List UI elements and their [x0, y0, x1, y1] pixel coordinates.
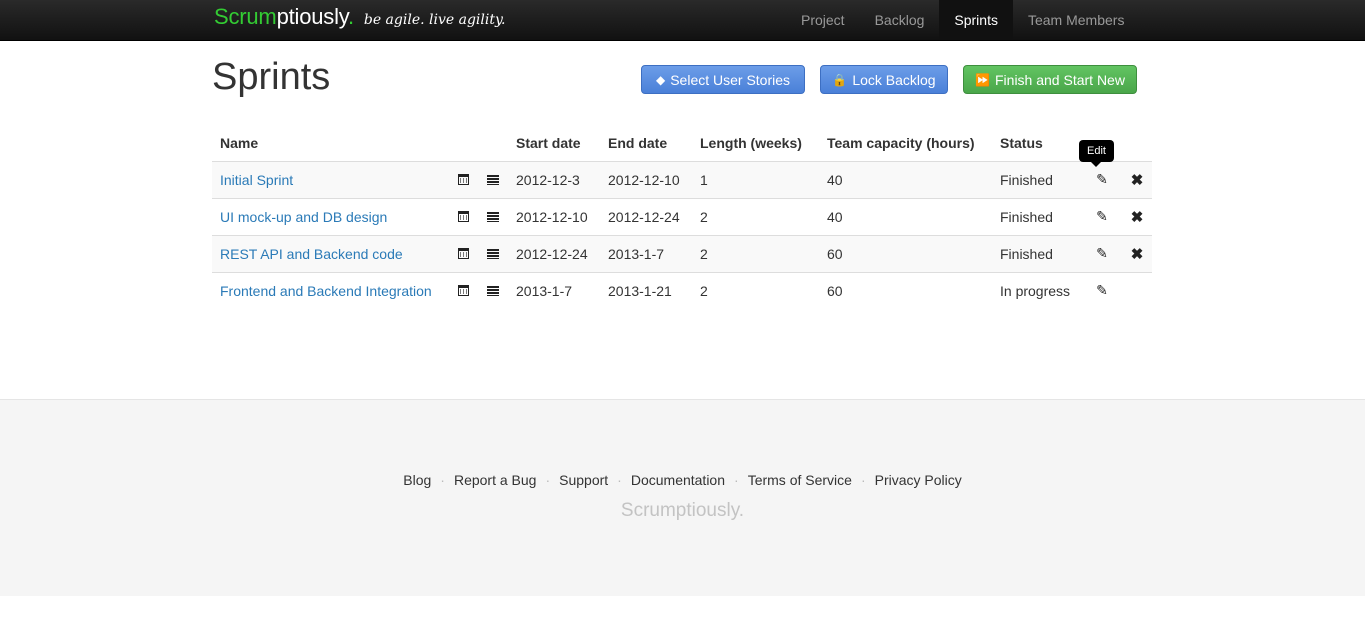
capacity-cell: 40	[819, 160, 992, 198]
close-icon[interactable]: ✖	[1131, 209, 1144, 226]
finish-and-start-new-button[interactable]: ⏩ Finish and Start New	[963, 65, 1137, 94]
start-date-cell: 2012-12-10	[508, 197, 600, 235]
end-date-cell: 2012-12-10	[600, 160, 692, 198]
lock-backlog-button[interactable]: 🔒 Lock Backlog	[820, 65, 948, 94]
pencil-icon[interactable]: ✎	[1096, 171, 1108, 187]
calendar-icon[interactable]	[457, 284, 469, 296]
top-navbar: Scrumptiously. be agile. live agility. P…	[0, 0, 1365, 41]
column-header-status: Status	[1000, 134, 1043, 151]
brand-name: Scrumptiously.	[214, 4, 354, 29]
list-icon[interactable]	[487, 174, 499, 185]
length-cell: 1	[692, 160, 819, 198]
capacity-cell: 60	[819, 271, 992, 309]
end-date-cell: 2012-12-24	[600, 197, 692, 235]
end-date-cell: 2013-1-21	[600, 271, 692, 309]
column-header-name: Name	[220, 134, 259, 151]
list-icon[interactable]	[487, 285, 499, 296]
length-cell: 2	[692, 197, 819, 235]
lock-icon: 🔒	[832, 72, 848, 87]
status-cell: Finished	[992, 234, 1082, 272]
calendar-icon[interactable]	[457, 173, 469, 185]
close-icon[interactable]: ✖	[1131, 246, 1144, 263]
select-user-stories-button[interactable]: ◆ Select User Stories	[641, 65, 805, 94]
footer-link-blog[interactable]: Blog	[403, 472, 431, 488]
capacity-cell: 60	[819, 234, 992, 272]
edit-tooltip: Edit	[1079, 140, 1114, 167]
footer-link-terms[interactable]: Terms of Service	[748, 472, 852, 488]
footer-link-privacy[interactable]: Privacy Policy	[875, 472, 962, 488]
nav-item-backlog[interactable]: Backlog	[860, 0, 940, 40]
end-date-cell: 2013-1-7	[600, 234, 692, 272]
list-icon[interactable]	[487, 248, 499, 259]
start-date-cell: 2013-1-7	[508, 271, 600, 309]
column-header-length: Length (weeks)	[700, 134, 802, 151]
page-title: Sprints	[212, 56, 331, 98]
length-cell: 2	[692, 234, 819, 272]
status-cell: Finished	[992, 197, 1082, 235]
length-cell: 2	[692, 271, 819, 309]
pencil-icon[interactable]: ✎	[1096, 245, 1108, 261]
footer: Blog · Report a Bug · Support · Documentation ·…	[0, 399, 1365, 596]
start-date-cell: 2012-12-24	[508, 234, 600, 272]
nav-item-sprints[interactable]: Sprints	[939, 0, 1013, 40]
sprint-name-link[interactable]: Frontend and Backend Integration	[220, 283, 432, 299]
tag-icon: ◆	[655, 72, 666, 87]
footer-link-documentation[interactable]: Documentation	[631, 472, 725, 488]
start-date-cell: 2012-12-3	[508, 160, 600, 198]
sprints-table: Name Start date End date Length (weeks) …	[212, 125, 1152, 309]
column-header-end-date: End date	[608, 134, 668, 151]
main-nav: Project Backlog Sprints Team Members	[786, 0, 1139, 40]
close-icon[interactable]: ✖	[1131, 172, 1144, 189]
status-cell: Finished	[992, 160, 1082, 198]
sprint-name-link[interactable]: REST API and Backend code	[220, 246, 403, 262]
table-row: Frontend and Backend Integration 2013-1-…	[212, 271, 1152, 309]
footer-link-support[interactable]: Support	[559, 472, 608, 488]
nav-item-project[interactable]: Project	[786, 0, 860, 40]
table-header-row: Name Start date End date Length (weeks) …	[212, 125, 1152, 161]
status-cell: In progress	[992, 271, 1082, 309]
column-header-start-date: Start date	[516, 134, 581, 151]
sprint-name-link[interactable]: Initial Sprint	[220, 172, 293, 188]
table-row: Initial Sprint 2012-12-3 2012-12-10 1 40…	[212, 160, 1152, 198]
capacity-cell: 40	[819, 197, 992, 235]
brand-logo[interactable]: Scrumptiously. be agile. live agility.	[214, 4, 505, 36]
column-header-capacity: Team capacity (hours)	[827, 134, 975, 151]
brand-tagline: be agile. live agility.	[363, 12, 506, 28]
sprint-name-link[interactable]: UI mock-up and DB design	[220, 209, 387, 225]
table-row: UI mock-up and DB design 2012-12-10 2012…	[212, 197, 1152, 235]
pencil-icon[interactable]: ✎	[1096, 282, 1108, 298]
footer-links: Blog · Report a Bug · Support · Documentation ·…	[403, 472, 962, 488]
calendar-icon[interactable]	[457, 210, 469, 222]
list-icon[interactable]	[487, 211, 499, 222]
pencil-icon[interactable]: ✎	[1096, 208, 1108, 224]
table-row: REST API and Backend code 2012-12-24 201…	[212, 234, 1152, 272]
fast-forward-icon: ⏩	[975, 72, 990, 87]
footer-brand: Scrumptiously.	[620, 500, 745, 521]
nav-item-team-members[interactable]: Team Members	[1013, 0, 1139, 40]
footer-link-report-bug[interactable]: Report a Bug	[454, 472, 537, 488]
calendar-icon[interactable]	[457, 247, 469, 259]
